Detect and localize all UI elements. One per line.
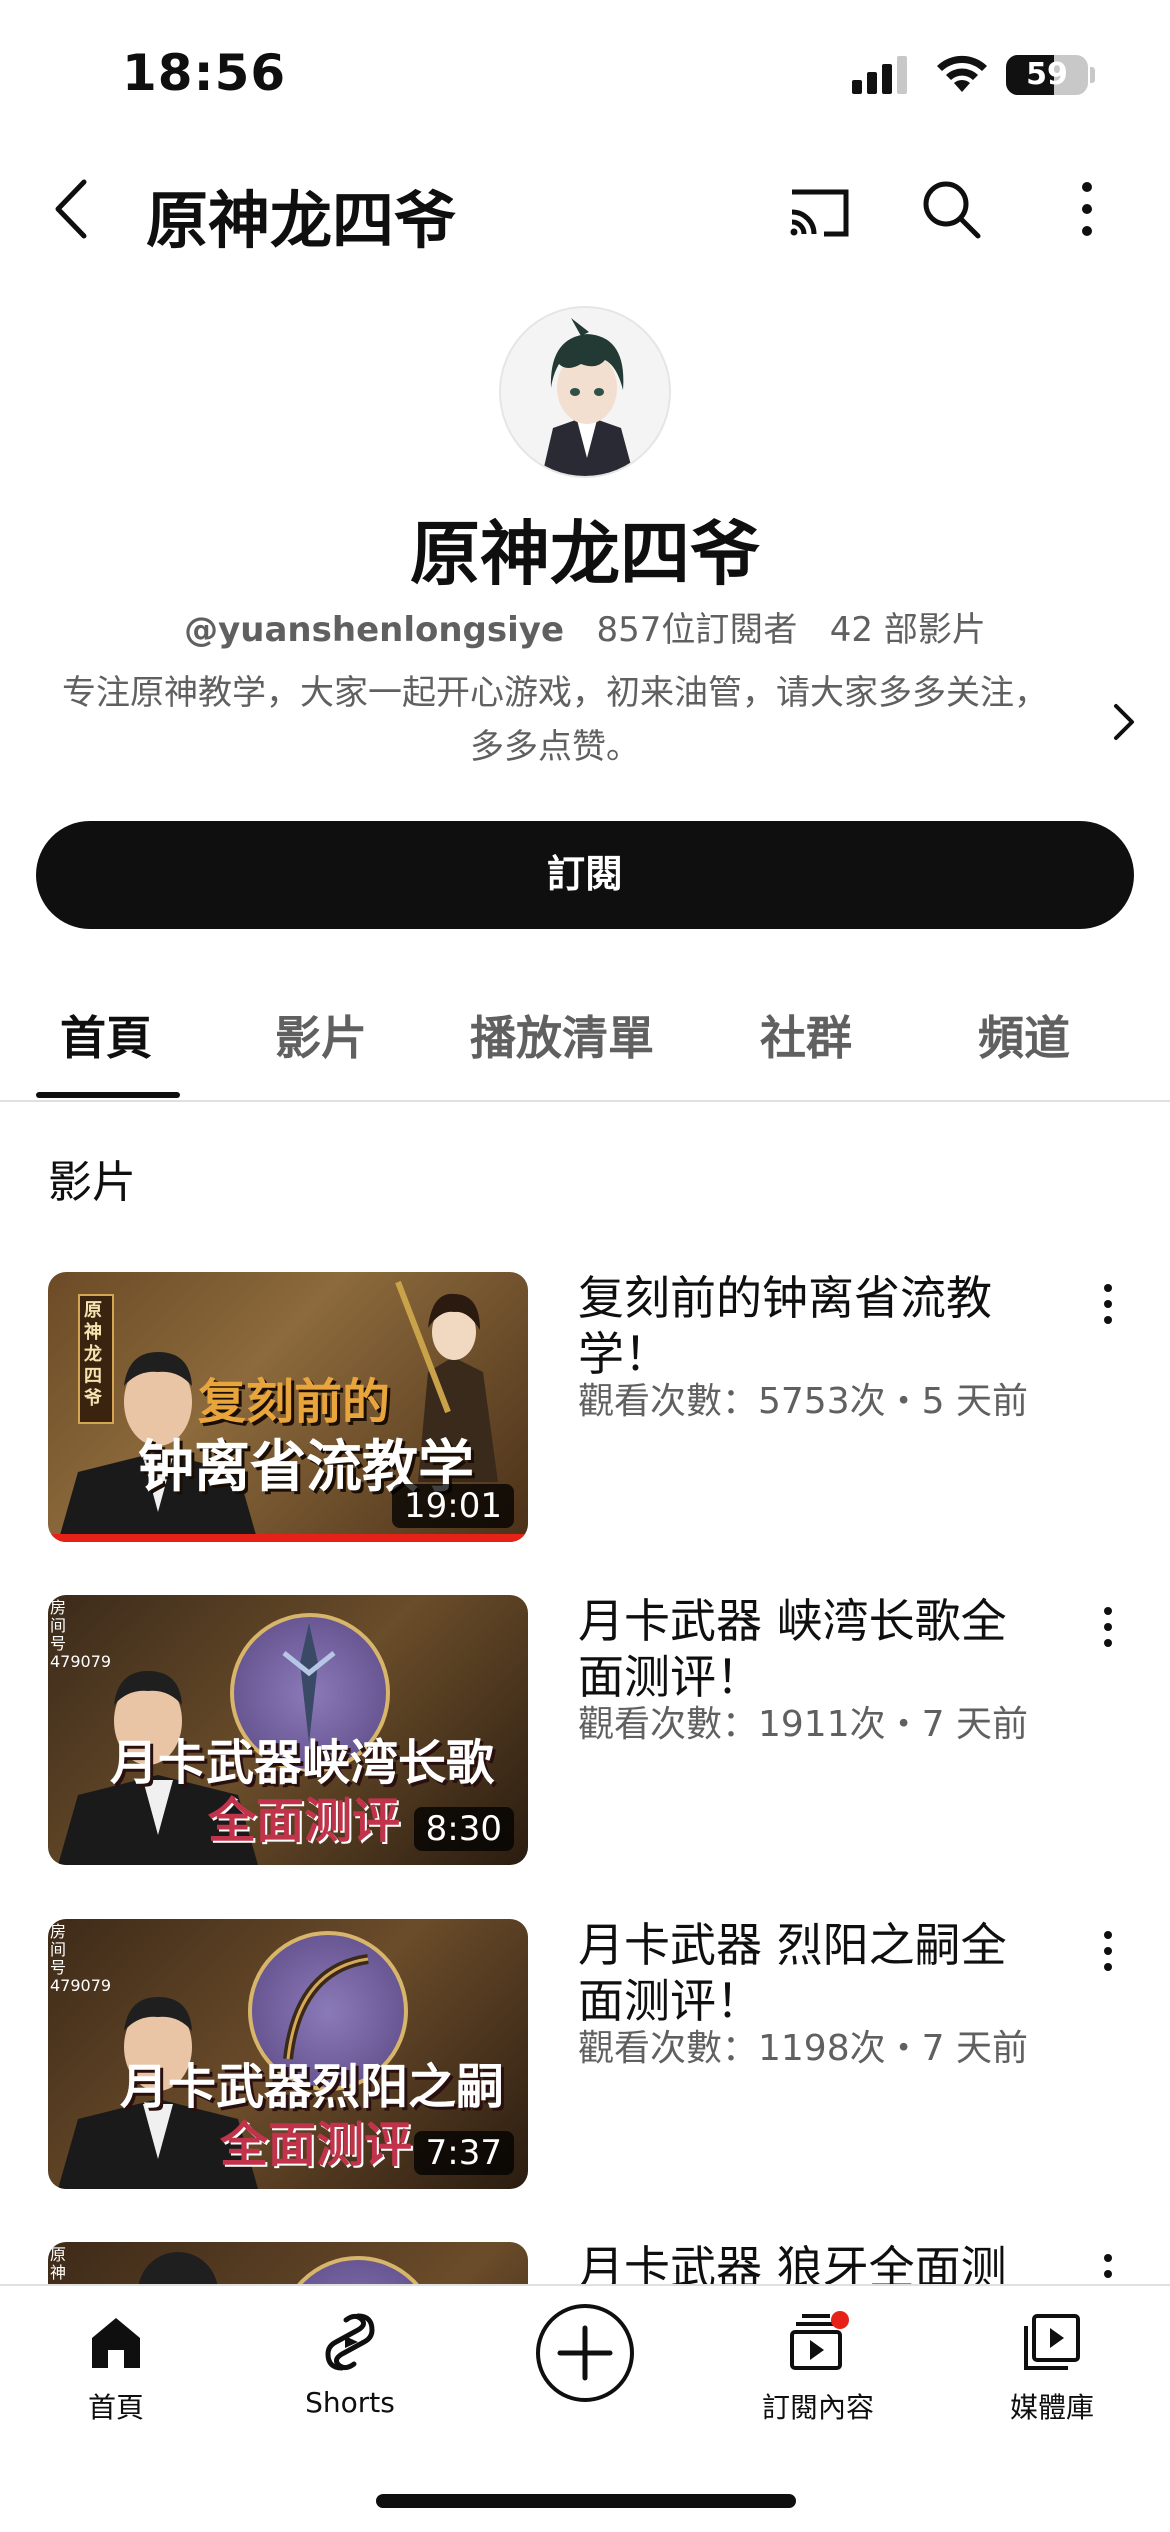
video-more-icon[interactable] [1088,1925,1128,1985]
cast-icon[interactable] [784,176,854,246]
video-thumbnail[interactable]: 原神 [48,2242,528,2284]
watch-progress-bar [48,1534,528,1542]
nav-library-label: 媒體庫 [1009,2391,1094,2424]
nav-shorts[interactable]: Shorts [270,2310,430,2419]
chevron-right-icon[interactable] [1104,698,1144,746]
status-bar: 18:56 59 [0,0,1170,150]
battery-icon: 59 [1006,55,1088,95]
subscriptions-icon [790,2311,849,2370]
active-tab-indicator [36,1092,180,1098]
video-meta: 觀看次數：1198次・7 天前 [578,2028,1028,2069]
video-item[interactable]: 房间号 479079 月卡武器峡湾长歌 全面测评 8:30 月卡武器 峡湾长歌全… [0,1593,1170,1875]
channel-name: 原神龙四爷 [410,513,760,595]
video-thumbnail[interactable]: 房间号 479079 月卡武器峡湾长歌 全面测评 8:30 [48,1595,528,1865]
status-time: 18:56 [122,44,287,102]
video-item[interactable]: 原神 龙四爷 复刻前的 钟离省流教学 19:01 复刻前的钟离省流教学！ 觀看次… [0,1270,1170,1552]
nav-subscriptions-label: 訂閱內容 [761,2391,874,2424]
video-duration: 19:01 [392,1484,514,1528]
video-title[interactable]: 月卡武器 烈阳之嗣全面测评！ [578,1917,1048,2029]
video-title[interactable]: 月卡武器 峡湾长歌全面测评！ [578,1593,1048,1705]
nav-shorts-label: Shorts [305,2386,395,2419]
tab-home[interactable]: 首頁 [60,1002,152,1068]
top-app-bar: 原神龙四爷 [0,150,1170,270]
wifi-icon [937,55,987,92]
thumbnail-text-line2: 全面测评 [220,2117,413,2173]
nav-library[interactable]: 媒體庫 [972,2310,1132,2426]
video-thumbnail[interactable]: 原神 龙四爷 复刻前的 钟离省流教学 19:01 [48,1272,528,1542]
video-thumbnail[interactable]: 房间号 479079 月卡武器烈阳之嗣 全面测评 7:37 [48,1919,528,2189]
video-title[interactable]: 月卡武器 狼牙全面测 [578,2242,1048,2284]
more-options-icon[interactable] [1052,174,1122,244]
tab-community[interactable]: 社群 [760,1002,852,1068]
video-more-icon[interactable] [1088,1278,1128,1338]
subscribe-button[interactable]: 訂閱 [36,821,1134,929]
shorts-icon [325,2313,375,2371]
channel-description[interactable]: 专注原神教学，大家一起开心游戏，初来油管，请大家多多关注，多多点赞。 [50,666,1060,774]
section-title: 影片 [48,1157,136,1208]
home-indicator [376,2494,796,2508]
video-duration: 7:37 [413,2131,514,2175]
battery-level: 59 [1026,57,1068,92]
channel-avatar[interactable] [499,306,671,478]
nav-home-label: 首頁 [87,2391,144,2424]
channel-handle: @yuanshenlongsiye [184,610,565,650]
video-item[interactable]: 房间号 479079 月卡武器烈阳之嗣 全面测评 7:37 月卡武器 烈阳之嗣全… [0,1917,1170,2199]
thumbnail-side-text: 原神 [50,2245,67,2282]
video-title[interactable]: 复刻前的钟离省流教学！ [578,1270,1048,1382]
back-arrow-icon[interactable] [42,174,112,244]
page-title: 原神龙四爷 [146,184,457,257]
search-icon[interactable] [916,174,986,244]
create-button[interactable] [536,2304,634,2402]
video-meta: 觀看次數：1911次・7 天前 [578,1704,1028,1745]
home-icon [92,2318,140,2368]
video-meta: 觀看次數：5753次・5 天前 [578,1381,1028,1422]
video-count: 42 部影片 [829,610,986,650]
video-more-icon[interactable] [1088,2248,1128,2284]
subscriber-count: 857位訂閱者 [596,610,798,650]
nav-home[interactable]: 首頁 [36,2310,196,2426]
nav-subscriptions[interactable]: 訂閱內容 [738,2310,898,2426]
video-duration: 8:30 [413,1807,514,1851]
channel-meta: @yuanshenlongsiye 857位訂閱者 42 部影片 [0,602,1170,651]
tab-videos[interactable]: 影片 [275,1002,367,1068]
tab-playlists[interactable]: 播放清單 [470,1002,654,1068]
cellular-signal-icon [852,56,907,94]
notification-dot [831,2311,849,2329]
library-icon [1024,2314,1080,2370]
video-item[interactable]: 原神 月卡武器 狼牙全面测 [0,2242,1170,2284]
video-more-icon[interactable] [1088,1601,1128,1661]
create-icon [557,2325,613,2381]
channel-tabs: 首頁 影片 播放清單 社群 頻道 [0,980,1170,1102]
tab-channels[interactable]: 頻道 [978,1002,1070,1068]
thumbnail-text-line2: 全面测评 [208,1793,401,1849]
